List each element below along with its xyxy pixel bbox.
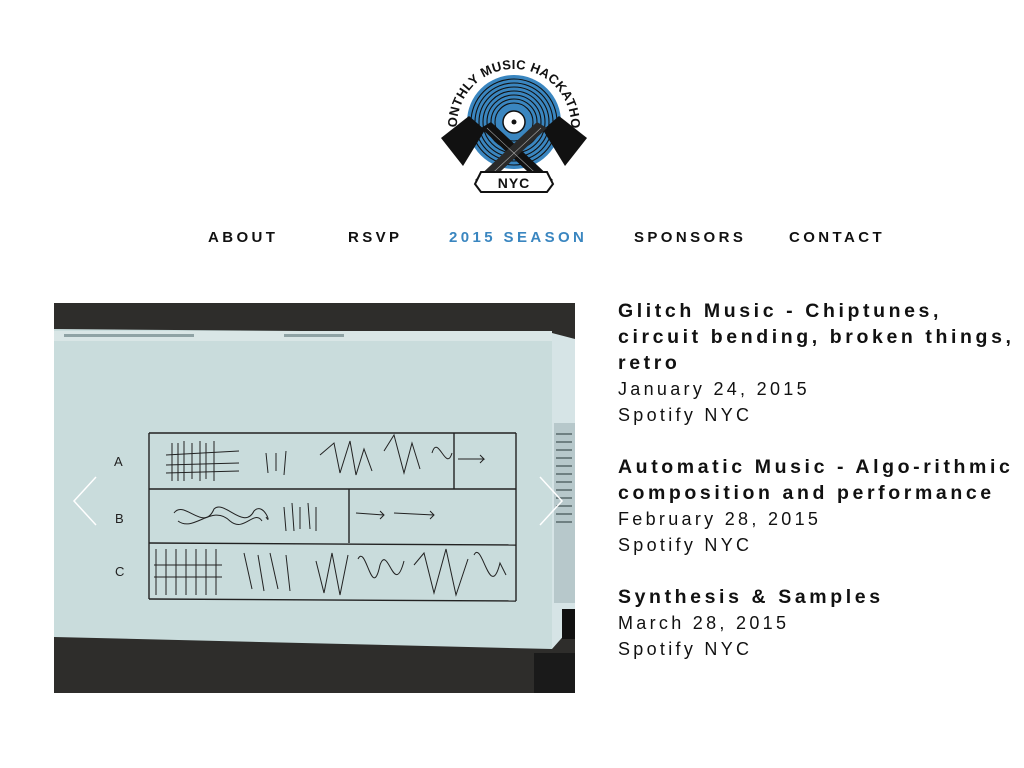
sketch-label-c: C xyxy=(115,564,124,579)
site-logo[interactable]: MONTHLY MUSIC HACKATHON NYC xyxy=(441,44,587,194)
event-date: February 28, 2015 xyxy=(618,509,822,529)
slide-image: A B C xyxy=(54,303,575,693)
nav-item-sponsors[interactable]: SPONSORS xyxy=(634,229,746,246)
page: MONTHLY MUSIC HACKATHON NYC ABOUT RSVP 2… xyxy=(0,0,1024,768)
event-title[interactable]: Automatic Music - Algo-rithmic compositi… xyxy=(618,454,1018,506)
nav-item-contact[interactable]: CONTACT xyxy=(789,229,885,246)
event-item: Automatic Music - Algo-rithmic compositi… xyxy=(618,454,1018,558)
sketch-label-a: A xyxy=(114,454,123,469)
logo-banner-text: NYC xyxy=(498,175,531,191)
nav-item-about[interactable]: ABOUT xyxy=(208,229,278,246)
event-venue: Spotify NYC xyxy=(618,535,753,555)
event-item: Glitch Music - Chiptunes, circuit bendin… xyxy=(618,298,1018,428)
event-venue: Spotify NYC xyxy=(618,405,753,425)
nav-item-rsvp[interactable]: RSVP xyxy=(348,229,402,246)
event-title[interactable]: Synthesis & Samples xyxy=(618,584,1018,610)
sketch-label-b: B xyxy=(115,511,124,526)
event-item: Synthesis & Samples March 28, 2015 Spoti… xyxy=(618,584,1018,662)
slideshow-prev-button[interactable] xyxy=(68,473,104,529)
monthly-music-hackathon-logo: MONTHLY MUSIC HACKATHON NYC xyxy=(441,44,587,193)
main-nav: ABOUT RSVP 2015 SEASON SPONSORS CONTACT xyxy=(0,229,1024,249)
slideshow-next-button[interactable] xyxy=(532,473,568,529)
chevron-left-icon xyxy=(72,476,97,526)
chevron-right-icon xyxy=(539,476,564,526)
nav-item-2015-season[interactable]: 2015 SEASON xyxy=(449,229,587,246)
event-title[interactable]: Glitch Music - Chiptunes, circuit bendin… xyxy=(618,298,1018,376)
slideshow: A B C xyxy=(54,303,575,693)
event-date: January 24, 2015 xyxy=(618,379,810,399)
events-list: Glitch Music - Chiptunes, circuit bendin… xyxy=(618,298,1018,688)
event-date: March 28, 2015 xyxy=(618,613,790,633)
event-venue: Spotify NYC xyxy=(618,639,753,659)
